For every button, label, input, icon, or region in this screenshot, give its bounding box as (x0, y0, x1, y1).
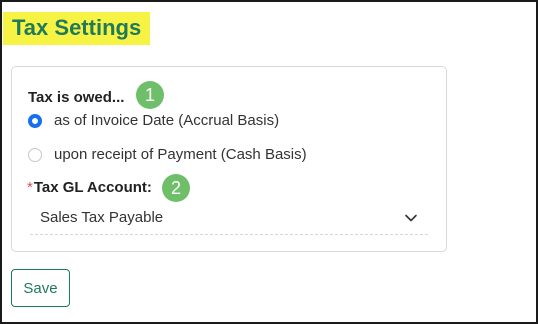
callout-marker-2: 2 (162, 174, 190, 202)
tax-gl-account-select[interactable]: Sales Tax Payable (30, 201, 428, 235)
tax-owed-label: Tax is owed... (28, 89, 125, 106)
radio-cash-label[interactable]: upon receipt of Payment (Cash Basis) (54, 146, 307, 163)
title-highlight: Tax Settings (3, 12, 151, 45)
radio-cash[interactable]: upon receipt of Payment (Cash Basis) (28, 146, 307, 163)
radio-accrual[interactable]: as of Invoice Date (Accrual Basis) (28, 112, 279, 129)
radio-cash-button[interactable] (28, 147, 42, 162)
tax-gl-account-value[interactable]: Sales Tax Payable (40, 209, 163, 226)
save-button[interactable]: Save (11, 269, 70, 307)
page-title: Tax Settings (12, 15, 142, 40)
chevron-down-icon[interactable] (404, 211, 418, 225)
radio-accrual-button[interactable] (28, 113, 42, 128)
callout-marker-1: 1 (136, 81, 164, 109)
required-asterisk: * (27, 179, 33, 196)
tax-gl-account-label-text: Tax GL Account: (33, 179, 152, 196)
radio-accrual-label[interactable]: as of Invoice Date (Accrual Basis) (54, 112, 279, 129)
tax-settings-card: Tax is owed... 1 as of Invoice Date (Acc… (11, 66, 447, 252)
tax-gl-account-label: *Tax GL Account: (27, 179, 152, 196)
